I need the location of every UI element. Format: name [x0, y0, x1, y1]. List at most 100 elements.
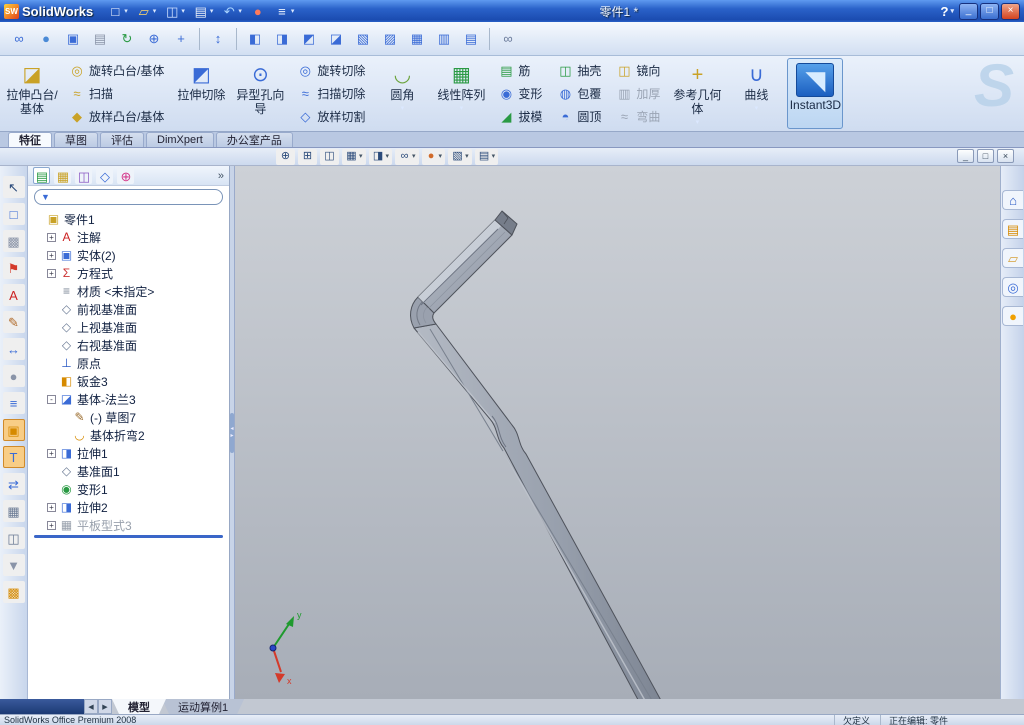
section2-button[interactable]: ◫ [2, 527, 25, 549]
search-tab-button[interactable]: ◎ [1002, 277, 1023, 297]
design-library-button[interactable]: ▤ [1002, 219, 1023, 239]
updown-arrow-button[interactable]: ↕ [205, 26, 231, 52]
viewport-canvas[interactable]: y x [235, 166, 1000, 699]
tab-office[interactable]: 办公室产品 [215, 132, 293, 147]
tab-scroll-right-button[interactable]: ▶ [98, 699, 112, 714]
swept-cut-button[interactable]: ≈ 扫描切除 [291, 83, 371, 105]
graphics-viewport[interactable]: y x [235, 166, 1000, 699]
tab-dimxpert[interactable]: DimXpert [146, 132, 214, 147]
draft-button[interactable]: ◢ 拔模 [492, 106, 548, 128]
configurationmanager-tab-button[interactable]: ◫ [75, 167, 92, 184]
expand-toggle[interactable]: + [47, 502, 56, 512]
fillet-button[interactable]: ◡ 圆角 ▾ [374, 58, 430, 129]
stamp-button[interactable]: ▼ [2, 554, 25, 576]
move-cross-button[interactable]: + [168, 26, 194, 52]
sweep-button[interactable]: ≈ 扫描 [63, 83, 170, 105]
box-highlight-button[interactable]: ▣ [2, 419, 25, 441]
tree-filter-box[interactable]: ▼ [34, 189, 223, 205]
dome-button[interactable]: ◓ 圆顶 [551, 106, 607, 128]
tree-item[interactable]: + ◨ 拉伸1 [28, 444, 229, 462]
grid-button[interactable]: ▦ [2, 500, 25, 522]
scene-button[interactable]: ▧ ▾ [448, 148, 472, 165]
doc-tab-model[interactable]: 模型 [112, 699, 166, 714]
revolve-cut-button[interactable]: ◎ 旋转切除 [291, 60, 371, 82]
wrap-button[interactable]: ◍ 包覆 [551, 83, 607, 105]
save-button[interactable]: ◫ ▾ [161, 2, 188, 21]
view-orientation-button[interactable]: ▦ ▾ [342, 148, 366, 165]
zoom-area-button[interactable]: ⊞ [298, 148, 317, 165]
expand-toggle[interactable]: + [47, 448, 56, 458]
tree-item[interactable]: ◡ 基体折弯2 [28, 426, 229, 444]
isometric-view-button[interactable]: ▦ [404, 26, 430, 52]
view-settings-button[interactable]: ▤ ▾ [474, 148, 499, 165]
file-explorer-button[interactable]: ▱ [1002, 248, 1023, 268]
instant3d-button[interactable]: ◥ Instant3D [787, 58, 844, 129]
link-button[interactable]: ∞ [495, 26, 521, 52]
extrude-cut-button[interactable]: ◩ 拉伸切除 [173, 58, 229, 129]
propertymanager-tab-button[interactable]: ▦ [54, 167, 71, 184]
linear-pattern-button[interactable]: ▦ 线性阵列 ▾ [433, 58, 489, 129]
restore-button[interactable]: □ [980, 2, 999, 20]
home-button[interactable]: ⌂ [1002, 190, 1023, 210]
minimize-button[interactable]: _ [959, 2, 978, 20]
tree-item[interactable]: ◉ 变形1 [28, 480, 229, 498]
displaymanager-tab-button[interactable]: ⊕ [117, 167, 134, 184]
new-document-button[interactable]: □ ▾ [104, 2, 131, 21]
front-view-button[interactable]: ◧ [242, 26, 268, 52]
tree-filter-input[interactable] [53, 191, 216, 203]
lofted-cut-button[interactable]: ◇ 放样切割 [291, 106, 371, 128]
open-button[interactable]: ▱ ▾ [133, 2, 160, 21]
flex-button[interactable]: ≈ 弯曲 [610, 106, 666, 128]
undo-button[interactable]: ↶ ▾ [218, 2, 245, 21]
doc-restore-button[interactable]: □ [977, 149, 994, 163]
right-view-button[interactable]: ◪ [323, 26, 349, 52]
tab-sketch[interactable]: 草图 [54, 132, 98, 147]
annotation-button[interactable]: A [2, 284, 25, 306]
hide-show-button[interactable]: ∞ ▾ [395, 148, 419, 165]
mirror-button[interactable]: ◫ 镜向 [610, 60, 666, 82]
back-view-button[interactable]: ◨ [269, 26, 295, 52]
tree-item[interactable]: + ▦ 平板型式3 [28, 516, 229, 534]
shadow-button[interactable]: ▩ [2, 230, 25, 252]
mate-button[interactable]: ∞ [6, 26, 32, 52]
bottom-view-button[interactable]: ▨ [377, 26, 403, 52]
revolve-boss-button[interactable]: ◎ 旋转凸台/基体 [63, 60, 170, 82]
tab-evaluate[interactable]: 评估 [100, 132, 144, 147]
left-view-button[interactable]: ◩ [296, 26, 322, 52]
dimxpertmanager-tab-button[interactable]: ◇ [96, 167, 113, 184]
section-view-button[interactable]: ◫ [320, 148, 339, 165]
options-button[interactable]: ≡ ▾ [271, 2, 298, 21]
tree-item[interactable]: ⊥ 原点 [28, 354, 229, 372]
hole-wizard-button[interactable]: ⊙ 异型孔向导 [232, 58, 288, 129]
pen-button[interactable]: ✎ [2, 311, 25, 333]
doc-minimize-button[interactable]: _ [957, 149, 974, 163]
palette-button[interactable]: ▩ [2, 581, 25, 603]
tab-features[interactable]: 特征 [8, 132, 52, 147]
library-button[interactable]: ▤ [87, 26, 113, 52]
loft-boss-button[interactable]: ◆ 放样凸台/基体 [63, 106, 170, 128]
thicken-button[interactable]: ▥ 加厚 [610, 83, 666, 105]
tab-scroll-left-button[interactable]: ◀ [84, 699, 98, 714]
rollback-bar[interactable] [34, 535, 223, 538]
swap-button[interactable]: ⇄ [2, 473, 25, 495]
display-style-button[interactable]: ◨ ▾ [368, 148, 393, 165]
measure-button[interactable]: ↔ [2, 338, 25, 360]
tree-item[interactable]: ✎ (-) 草图7 [28, 408, 229, 426]
tree-item[interactable]: + Σ 方程式 [28, 264, 229, 282]
expand-toggle[interactable]: + [47, 268, 56, 278]
reference-geometry-button[interactable]: + 参考几何体 ▾ [669, 58, 725, 129]
tree-item[interactable]: ◇ 基准面1 [28, 462, 229, 480]
tree-item[interactable]: + A 注解 [28, 228, 229, 246]
pointer-button[interactable]: ↖ [2, 176, 25, 198]
zoom-globe-button[interactable]: ⊕ [141, 26, 167, 52]
expand-toggle[interactable]: - [47, 394, 56, 404]
tree-item[interactable]: + ▣ 实体(2) [28, 246, 229, 264]
tree-item[interactable]: - ◪ 基体-法兰3 [28, 390, 229, 408]
expand-toggle[interactable]: + [47, 232, 56, 242]
extrude-boss-button[interactable]: ◪ 拉伸凸台/基体 [4, 58, 60, 129]
expand-toggle[interactable]: + [47, 250, 56, 260]
expand-toggle[interactable]: + [47, 520, 56, 530]
tree-root-part[interactable]: ▣ 零件1 [28, 210, 229, 228]
tree-item[interactable]: ≡ 材质 <未指定> [28, 282, 229, 300]
text-button[interactable]: T [2, 446, 25, 468]
